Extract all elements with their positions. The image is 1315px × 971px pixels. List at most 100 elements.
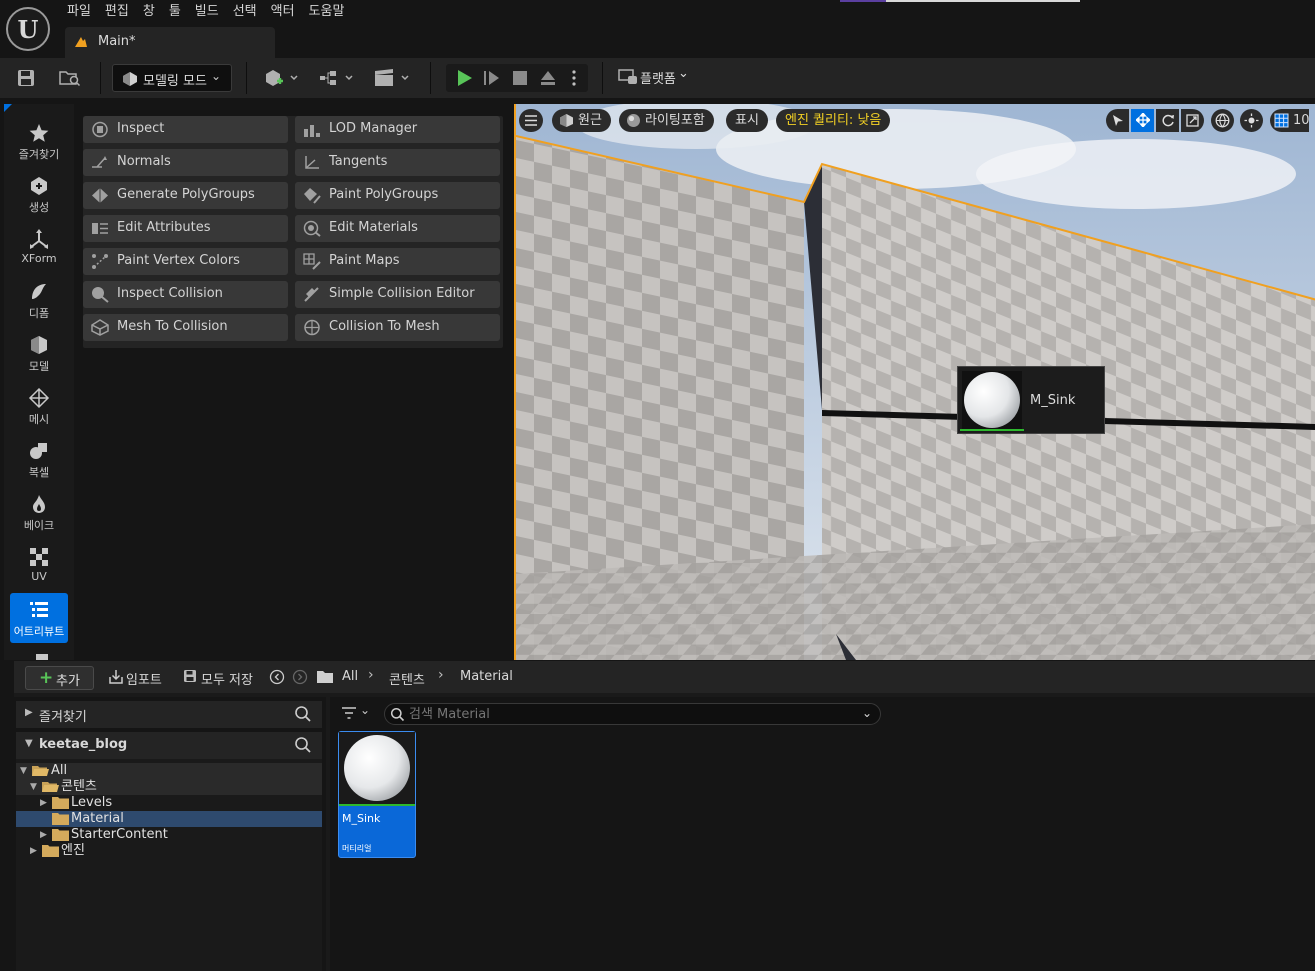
menu-select[interactable]: 선택 — [226, 3, 264, 21]
mode-mesh[interactable]: 메시 — [10, 381, 68, 431]
toolbar-separator — [246, 62, 247, 94]
level-viewport[interactable]: 원근 라이팅포함 표시 엔진 퀄리티: 낮음 10 M_Sink — [514, 104, 1315, 660]
more-options-icon[interactable] — [570, 69, 578, 87]
grid-size-value[interactable]: 10 — [1293, 109, 1310, 132]
save-icon[interactable] — [17, 69, 35, 87]
folder-icon — [52, 797, 69, 809]
mode-bake[interactable]: 베이크 — [10, 487, 68, 537]
mode-create[interactable]: 생성 — [10, 169, 68, 219]
mesh-to-collision-icon — [91, 319, 109, 336]
breadcrumb-content[interactable]: 콘텐츠 — [389, 669, 425, 688]
add-actor-icon[interactable] — [264, 68, 300, 88]
cinematics-icon[interactable] — [374, 68, 412, 88]
tool-lod-manager[interactable]: LOD Manager — [295, 116, 500, 143]
menu-file[interactable]: 파일 — [60, 3, 98, 21]
grid-snap-icon[interactable] — [1270, 109, 1293, 132]
browse-icon[interactable] — [59, 69, 81, 87]
mode-label: 어트리뷰트 — [13, 625, 65, 638]
asset-search-input[interactable] — [409, 706, 849, 722]
filter-icon — [342, 707, 356, 719]
history-forward-icon[interactable] — [292, 669, 308, 685]
asset-tile[interactable]: M_Sink 머티리얼 — [338, 731, 416, 858]
select-mode-icon[interactable] — [1106, 109, 1129, 132]
material-name: M_Sink — [1030, 393, 1076, 408]
menu-window[interactable]: 창 — [136, 3, 162, 21]
mode-uv[interactable]: UV — [10, 540, 68, 590]
title-accent-line-purple — [840, 0, 886, 2]
rotate-mode-icon[interactable] — [1156, 109, 1179, 132]
tool-label: LOD Manager — [329, 121, 418, 136]
search-icon[interactable] — [294, 705, 312, 723]
mode-attributes[interactable]: 어트리뷰트 — [10, 593, 68, 643]
tool-label: Generate PolyGroups — [117, 187, 255, 202]
menu-edit[interactable]: 편집 — [98, 3, 136, 21]
uv-icon — [30, 548, 48, 566]
folder-icon[interactable] — [316, 670, 334, 684]
asset-search-box[interactable]: ⌄ — [384, 703, 881, 725]
show-flags-button[interactable]: 표시 — [726, 109, 768, 132]
menu-build[interactable]: 빌드 — [188, 3, 226, 21]
chevron-down-icon: ⌄ — [211, 69, 222, 83]
tool-generate-polygroups[interactable]: Generate PolyGroups — [83, 182, 288, 209]
folder-open-icon — [32, 766, 49, 776]
tool-collision-to-mesh[interactable]: Collision To Mesh — [295, 314, 500, 341]
mode-dropdown[interactable]: 모델링 모드 ⌄ — [112, 64, 232, 92]
tool-simple-collision-editor[interactable]: Simple Collision Editor — [295, 281, 500, 308]
tool-paint-maps[interactable]: Paint Maps — [295, 248, 500, 275]
mode-deform[interactable]: 디폼 — [10, 275, 68, 325]
collision-to-mesh-icon — [304, 319, 320, 336]
save-all-button[interactable]: 모두 저장 — [201, 669, 253, 688]
menu-actor[interactable]: 액터 — [264, 3, 302, 21]
world-local-icon[interactable] — [1211, 109, 1234, 132]
menu-tools[interactable]: 툴 — [162, 3, 188, 21]
play-icon[interactable] — [455, 69, 473, 87]
viewport-menu-button[interactable] — [519, 109, 543, 132]
breadcrumb-all[interactable]: All — [342, 669, 358, 684]
material-sphere-thumbnail — [344, 735, 410, 801]
step-forward-icon[interactable] — [483, 69, 501, 87]
import-button[interactable]: 임포트 — [126, 669, 162, 688]
asset-view: ⌄ ⌄ M_Sink 머티리얼 — [330, 697, 1315, 971]
search-icon[interactable] — [294, 736, 312, 754]
tool-mesh-to-collision[interactable]: Mesh To Collision — [83, 314, 288, 341]
mode-favorites[interactable]: 즐겨찾기 — [10, 116, 68, 166]
mode-xform[interactable]: XForm — [10, 222, 68, 272]
translate-mode-icon[interactable] — [1131, 109, 1154, 132]
filter-button[interactable]: ⌄ — [340, 703, 376, 725]
save-all-icon[interactable] — [183, 669, 197, 683]
import-icon[interactable] — [108, 669, 124, 685]
tool-inspect[interactable]: Inspect — [83, 116, 288, 143]
lighting-mode-button[interactable]: 라이팅포함 — [619, 109, 714, 132]
folder-icon — [42, 845, 59, 857]
scale-mode-icon[interactable] — [1181, 109, 1204, 132]
mode-voxel[interactable]: 복셀 — [10, 434, 68, 484]
tab-main[interactable]: Main* — [65, 27, 275, 58]
engine-quality-button[interactable]: 엔진 퀄리티: 낮음 — [776, 109, 891, 132]
tool-normals[interactable]: Normals — [83, 149, 288, 176]
favorites-header[interactable]: ▶ 즐겨찾기 — [16, 701, 322, 728]
mode-model[interactable]: 모델 — [10, 328, 68, 378]
tool-edit-materials[interactable]: Edit Materials — [295, 215, 500, 242]
unreal-logo-icon[interactable]: U — [6, 7, 50, 51]
eject-icon[interactable] — [539, 69, 557, 87]
play-controls — [446, 64, 588, 92]
folder-icon — [52, 829, 69, 841]
tool-edit-attributes[interactable]: Edit Attributes — [83, 215, 288, 242]
perspective-button[interactable]: 원근 — [552, 109, 611, 132]
blueprint-icon[interactable] — [318, 68, 356, 88]
tool-paint-polygroups[interactable]: Paint PolyGroups — [295, 182, 500, 209]
breadcrumb-chevron-icon: › — [368, 667, 374, 683]
menu-help[interactable]: 도움말 — [302, 3, 352, 21]
surface-snap-icon[interactable] — [1240, 109, 1263, 132]
chevron-down-icon[interactable]: ⌄ — [862, 706, 872, 720]
tool-tangents[interactable]: Tangents — [295, 149, 500, 176]
tool-label: Paint Maps — [329, 253, 400, 268]
history-back-icon[interactable] — [269, 669, 285, 685]
collapsed-arrow-icon: ▶ — [40, 830, 47, 840]
tool-inspect-collision[interactable]: Inspect Collision — [83, 281, 288, 308]
project-header[interactable]: ▼ keetae_blog — [16, 732, 322, 759]
breadcrumb-material[interactable]: Material — [460, 669, 513, 684]
add-button[interactable]: + 추가 — [25, 666, 94, 690]
tool-paint-vertex-colors[interactable]: Paint Vertex Colors — [83, 248, 288, 275]
stop-icon[interactable] — [511, 69, 529, 87]
